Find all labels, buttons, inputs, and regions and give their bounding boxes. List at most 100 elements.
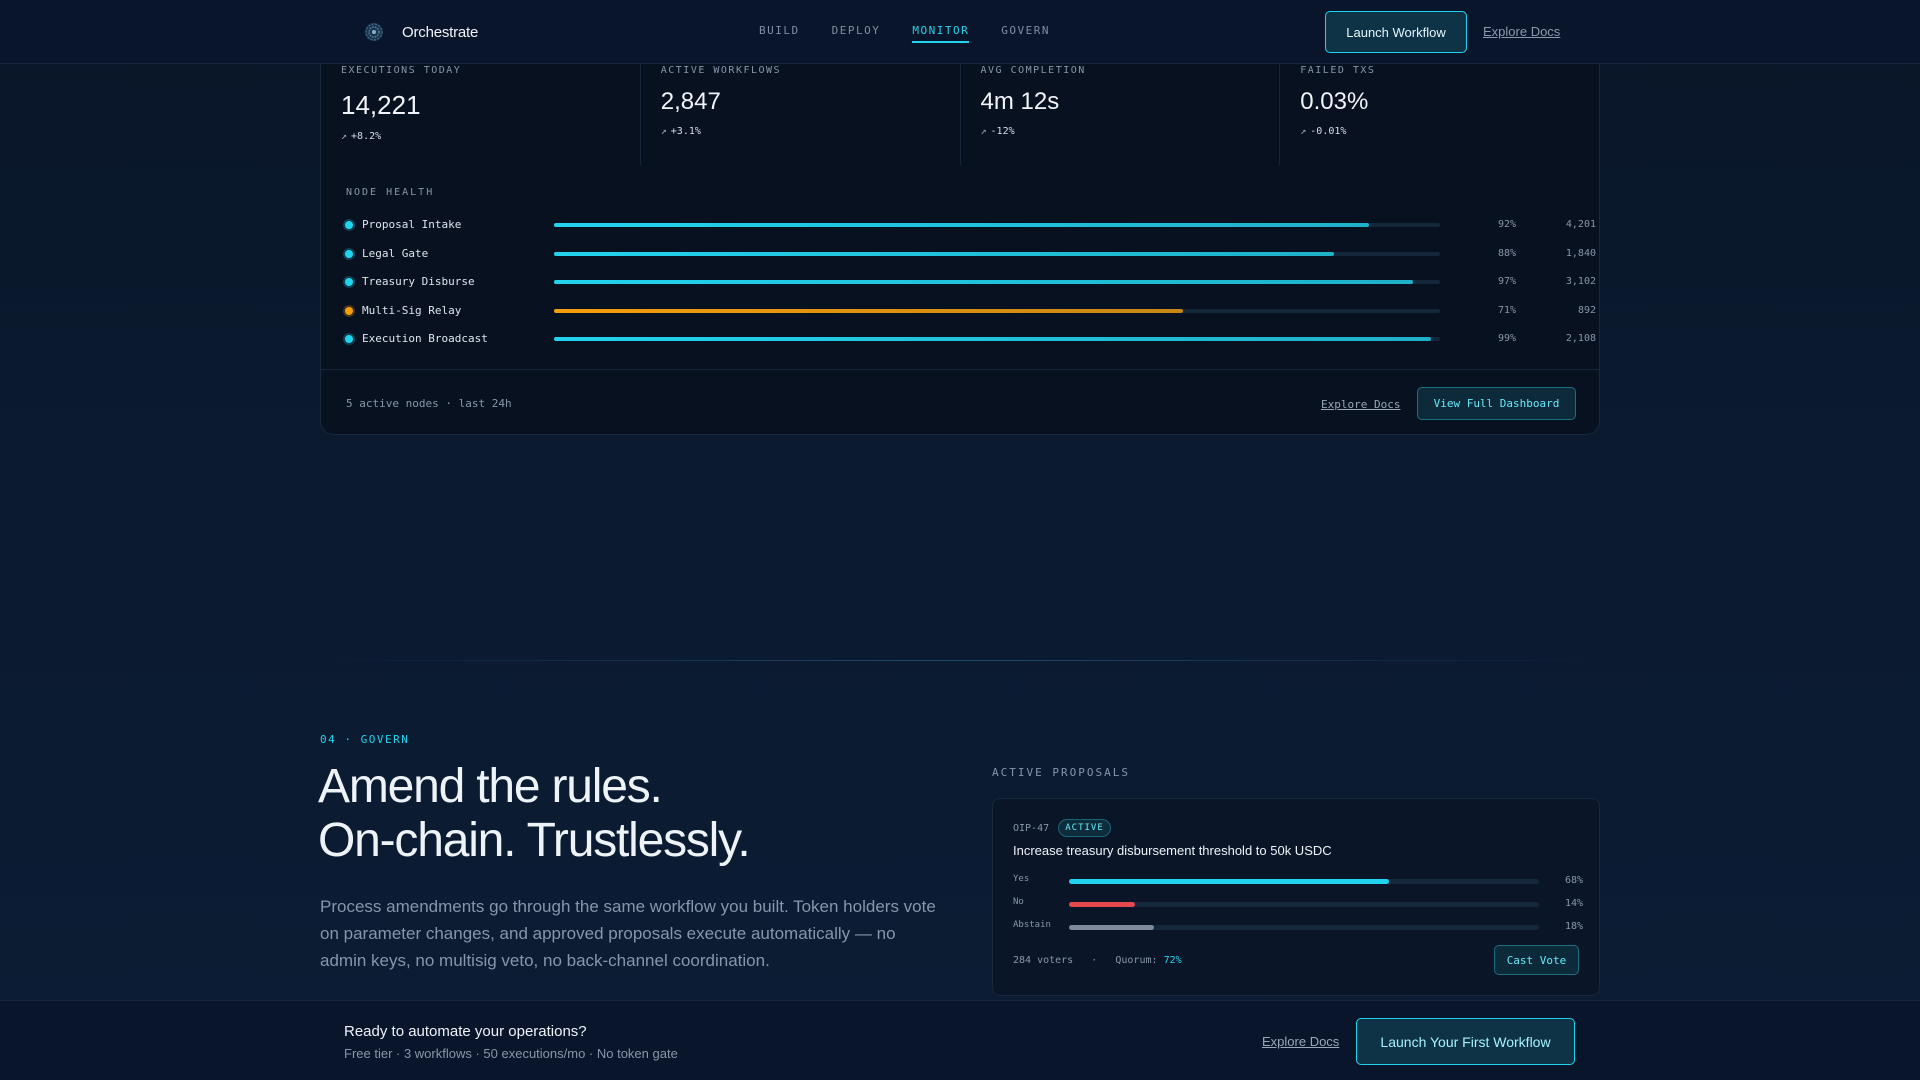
node-pct: 71% — [1497, 305, 1516, 316]
status-badge: ACTIVE — [1058, 819, 1111, 837]
launch-workflow-button[interactable]: Launch Workflow — [1325, 11, 1467, 53]
node-health-bar-fill — [554, 309, 1184, 313]
meta-separator: · — [1091, 955, 1098, 966]
stat-value: 14,221 — [341, 90, 421, 120]
status-dot — [345, 307, 353, 315]
stat-label: ACTIVE WORKFLOWS — [660, 65, 782, 76]
node-health-bar-fill — [554, 223, 1370, 227]
stat-delta: ↗ -0.01% — [1300, 126, 1579, 137]
vote-label: Abstain — [1013, 920, 1051, 930]
node-name: Treasury Disburse — [362, 275, 475, 288]
brand[interactable]: Orchestrate — [362, 20, 478, 44]
node-row-legal-gate: Legal Gate 88% 1,840 — [321, 244, 1599, 264]
node-row-proposal-intake: Proposal Intake 92% 4,201 — [321, 215, 1599, 235]
stat-delta: ↗ +3.1% — [661, 126, 940, 137]
trend-arrow-icon: ↗ — [1300, 126, 1307, 137]
proposal-title: Increase treasury disbursement threshold… — [1013, 843, 1332, 858]
monitor-dashboard-card: EXECUTIONS TODAY 14,221 ↗ +8.2% ACTIVE W… — [320, 40, 1600, 435]
vote-row-abstain: Abstain 18% — [1013, 920, 1583, 934]
node-health-bar-fill — [554, 337, 1432, 341]
node-name: Proposal Intake — [362, 218, 462, 231]
node-pct: 92% — [1497, 219, 1516, 230]
node-health-bar — [554, 337, 1440, 341]
stat-label: AVG COMPLETION — [980, 65, 1086, 76]
top-nav: Orchestrate BUILD DEPLOY MONITOR GOVERN … — [0, 0, 1920, 64]
stat-delta-value: +3.1% — [670, 126, 701, 137]
vote-bar — [1069, 879, 1539, 884]
node-count: 892 — [1577, 305, 1596, 316]
proposal-id: OIP-47 — [1013, 823, 1050, 834]
dashboard-footer: 5 active nodes · last 24h Explore Docs V… — [321, 369, 1599, 435]
explore-docs-link[interactable]: Explore Docs — [1321, 398, 1400, 411]
stat-label: EXECUTIONS TODAY — [341, 65, 462, 76]
vote-bar-fill — [1069, 925, 1154, 930]
orchestrate-logo-icon — [365, 23, 383, 41]
section-headline: Amend the rules. On-chain. Trustlessly. — [318, 760, 751, 868]
node-row-execution-broadcast: Execution Broadcast 99% 2,108 — [321, 329, 1599, 349]
stat-label: FAILED TXS — [1300, 65, 1376, 76]
stat-value: 2,847 — [660, 88, 721, 115]
node-pct: 99% — [1497, 333, 1516, 344]
nav-links: BUILD DEPLOY MONITOR GOVERN — [759, 24, 1050, 43]
status-dot — [345, 250, 353, 258]
stat-delta: ↗ +8.2% — [341, 131, 620, 142]
stat-delta: ↗ -12% — [981, 126, 1260, 137]
node-health-bar — [554, 252, 1440, 256]
node-count: 2,108 — [1565, 333, 1596, 344]
node-count: 3,102 — [1565, 276, 1596, 287]
stat-value: 0.03% — [1300, 88, 1369, 115]
cta-title: Ready to automate your operations? — [344, 1023, 587, 1040]
node-health-bar — [554, 223, 1440, 227]
node-health-bar — [554, 280, 1440, 284]
stat-delta-value: -12% — [990, 126, 1015, 137]
trend-arrow-icon: ↗ — [341, 131, 348, 142]
node-health-bar-fill — [554, 252, 1334, 256]
vote-row-no: No 14% — [1013, 897, 1583, 911]
section-body: Process amendments go through the same w… — [320, 897, 936, 970]
vote-row-yes: Yes 68% — [1013, 874, 1583, 888]
quorum-label: Quorum: — [1115, 955, 1158, 966]
proposal-card[interactable]: OIP-47 ACTIVE Increase treasury disburse… — [992, 798, 1600, 996]
stat-delta-value: -0.01% — [1310, 126, 1347, 137]
vote-bar-fill — [1069, 902, 1135, 907]
headline-line-2: On-chain. Trustlessly. — [318, 814, 751, 867]
nav-link-build[interactable]: BUILD — [759, 24, 800, 43]
bottom-cta-bar: Ready to automate your operations? Free … — [0, 1000, 1920, 1080]
status-dot — [345, 335, 353, 343]
explore-docs-link[interactable]: Explore Docs — [1262, 1034, 1339, 1049]
node-pct: 88% — [1497, 248, 1516, 259]
nav-link-monitor[interactable]: MONITOR — [912, 24, 970, 43]
vote-pct: 18% — [1564, 921, 1583, 932]
stat-delta-value: +8.2% — [351, 131, 382, 142]
brand-name: Orchestrate — [402, 23, 479, 41]
view-full-dashboard-button[interactable]: View Full Dashboard — [1417, 387, 1576, 420]
active-nodes-summary: 5 active nodes · last 24h — [346, 397, 512, 410]
section-eyebrow: 04 · GOVERN — [320, 733, 410, 746]
status-dot — [345, 221, 353, 229]
node-health-title: NODE HEALTH — [346, 187, 435, 198]
explore-docs-link[interactable]: Explore Docs — [1483, 24, 1560, 39]
node-count: 4,201 — [1565, 219, 1596, 230]
vote-pct: 14% — [1564, 898, 1583, 909]
cast-vote-button[interactable]: Cast Vote — [1494, 945, 1579, 975]
vote-bar — [1069, 925, 1539, 930]
node-row-treasury-disburse: Treasury Disburse 97% 3,102 — [321, 272, 1599, 292]
nav-link-deploy[interactable]: DEPLOY — [832, 24, 881, 43]
node-health-bar — [554, 309, 1440, 313]
node-health-bar-fill — [554, 280, 1414, 284]
nav-link-govern[interactable]: GOVERN — [1001, 24, 1050, 43]
vote-pct: 68% — [1564, 875, 1583, 886]
trend-arrow-icon: ↗ — [980, 126, 987, 137]
active-proposals-label: ACTIVE PROPOSALS — [992, 766, 1130, 779]
node-pct: 97% — [1497, 276, 1516, 287]
launch-first-workflow-button[interactable]: Launch Your First Workflow — [1356, 1018, 1575, 1065]
status-dot — [345, 278, 353, 286]
voter-count: 284 voters — [1013, 955, 1074, 966]
vote-label: Yes — [1013, 874, 1030, 884]
cta-subtitle: Free tier · 3 workflows · 50 executions/… — [344, 1046, 678, 1061]
section-divider — [320, 660, 1600, 661]
node-name: Legal Gate — [362, 247, 429, 260]
proposal-meta: 284 voters · Quorum: 72% — [1013, 955, 1182, 966]
quorum-value: 72% — [1163, 955, 1182, 966]
vote-bar-fill — [1069, 879, 1389, 884]
